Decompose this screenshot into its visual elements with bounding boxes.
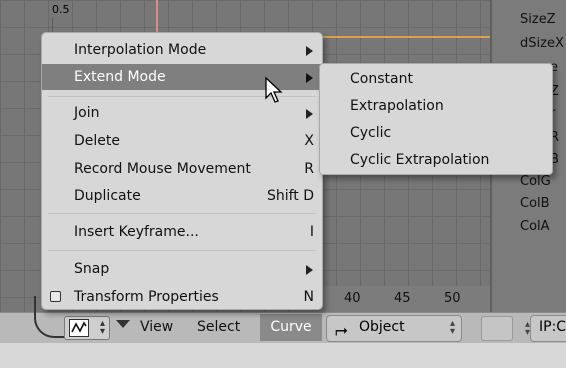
extend-mode-submenu: Constant Extrapolation Cyclic Cyclic Ext… (319, 63, 553, 175)
spinner-arrows-icon: ▴ ▾ (449, 318, 455, 337)
ipo-type-selector[interactable]: ⮣ Object ▴ ▾ (326, 315, 462, 342)
menu-item-insert-keyframe[interactable]: Insert Keyframe... I (42, 219, 322, 245)
menu-item-snap[interactable]: Snap (42, 256, 322, 282)
menu-item-record-mouse-movement[interactable]: Record Mouse Movement R (42, 156, 322, 182)
pin-button[interactable]: ▴ ▾ (481, 316, 530, 341)
view-menu[interactable]: View (140, 315, 173, 339)
curve-menu[interactable]: Curve (260, 314, 322, 341)
submenu-arrow-icon (306, 109, 313, 119)
menu-item-interpolation-mode[interactable]: Interpolation Mode (42, 37, 322, 63)
menu-separator (48, 213, 316, 214)
submenu-arrow-icon (306, 265, 313, 275)
menu-item-delete[interactable]: Delete X (42, 128, 322, 154)
ipo-block-label: IP:C (539, 319, 566, 335)
curve-popup-menu: Interpolation Mode Extend Mode Join Dele… (41, 32, 323, 310)
object-axes-icon: ⮣ (335, 320, 348, 339)
submenu-item-extrapolation[interactable]: Extrapolation (320, 93, 552, 119)
channel-item[interactable]: dSizeX (520, 36, 564, 51)
frame-tick: 45 (394, 291, 411, 306)
spinner-arrows-icon: ▴ ▾ (99, 318, 105, 337)
checkbox-icon (50, 291, 61, 302)
y-tick-label: 0.5 (52, 3, 70, 16)
frame-tick: 40 (344, 291, 361, 306)
select-menu[interactable]: Select (197, 315, 240, 339)
menu-separator (48, 250, 316, 251)
editor-type-selector[interactable]: ▴ ▾ (64, 316, 110, 340)
submenu-item-cyclic[interactable]: Cyclic (320, 120, 552, 146)
ipo-block-selector[interactable]: IP:C (530, 315, 566, 342)
window-footer (0, 343, 566, 368)
ipo-type-label: Object (359, 319, 405, 335)
channel-item[interactable]: ColG (520, 174, 551, 189)
menu-item-transform-properties[interactable]: Transform Properties N (42, 284, 322, 310)
frame-tick: 50 (444, 291, 461, 306)
current-frame-line (322, 36, 490, 38)
submenu-item-constant[interactable]: Constant (320, 66, 552, 92)
channel-item[interactable]: SizeZ (520, 12, 556, 27)
frame-ruler[interactable]: 40 45 50 (320, 286, 490, 312)
submenu-item-cyclic-extrapolation[interactable]: Cyclic Extrapolation (320, 147, 552, 173)
mouse-cursor-icon (265, 76, 283, 103)
submenu-arrow-icon (306, 73, 313, 83)
channel-item[interactable]: ColB (520, 196, 550, 211)
collapse-menus-icon[interactable] (116, 320, 130, 328)
menu-item-duplicate[interactable]: Duplicate Shift D (42, 183, 322, 209)
channel-item[interactable]: ColA (520, 219, 550, 234)
ipo-curve-icon (69, 319, 89, 337)
submenu-arrow-icon (306, 46, 313, 56)
